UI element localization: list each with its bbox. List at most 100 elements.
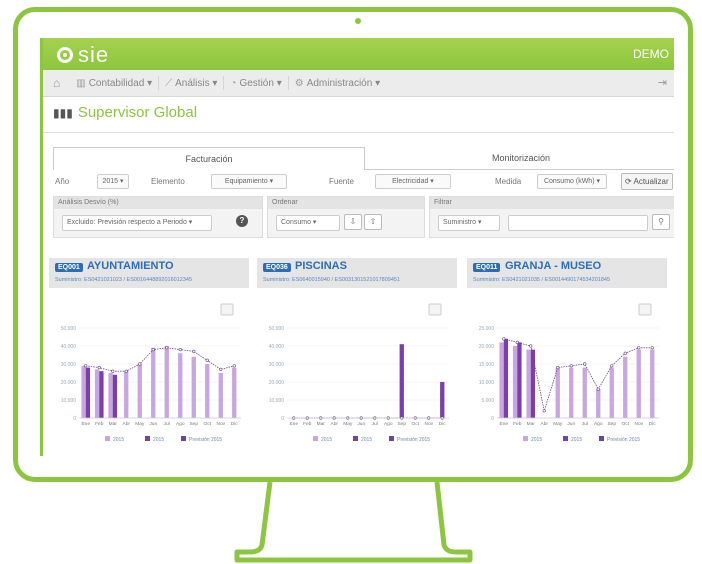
bar: [164, 346, 169, 418]
x-tick-label: Sep: [397, 421, 406, 427]
logo-text: sie: [78, 42, 110, 67]
legend-label: 2015: [531, 437, 542, 443]
x-tick-label: Sep: [607, 421, 616, 427]
tab-facturacion[interactable]: Facturación: [53, 147, 365, 170]
supply-text[interactable]: Suministro: ES0421021035 / ES00144901745…: [473, 277, 610, 283]
analysis-select[interactable]: Excluido: Previsión respecto a Periodo ▾: [62, 215, 212, 231]
sort-select[interactable]: Consumo ▾: [276, 215, 340, 231]
year-select[interactable]: 2015 ▾: [97, 174, 129, 189]
forecast-point: [650, 346, 654, 350]
menu-item-analisis[interactable]: ⟋ Análisis ▾: [159, 76, 225, 90]
help-icon[interactable]: ?: [236, 215, 248, 227]
y-tick-label: 50.000: [269, 326, 285, 332]
filter-bar: Año 2015 ▾ Elemento Equipamiento ▾ Fuent…: [53, 172, 674, 192]
y-tick-label: 40.000: [269, 344, 285, 350]
tab-monitorizacion[interactable]: Monitorización: [365, 147, 674, 170]
filter-input[interactable]: [508, 215, 648, 231]
card-header: EQ011 GRANJA - MUSEO Suministro: ES04210…: [467, 258, 667, 288]
equipment-badge: EQ036: [263, 263, 291, 272]
legend-label: 2015: [361, 437, 372, 443]
cogs-icon: ⚙: [294, 77, 304, 89]
equipment-card[interactable]: EQ036 PISCINAS Suministro: ES0640015940 …: [257, 258, 457, 456]
equipment-card[interactable]: EQ001 AYUNTAMIENTO Suministro: ES0421021…: [49, 258, 249, 456]
legend-label: 2015: [321, 437, 332, 443]
equipment-title[interactable]: GRANJA - MUSEO: [505, 260, 601, 272]
sort-desc-icon[interactable]: ⇩: [344, 214, 362, 230]
y-tick-label: 0: [491, 416, 494, 422]
forecast-point: [637, 346, 641, 350]
legend-swatch: [313, 436, 318, 441]
legend-swatch: [181, 436, 186, 441]
home-icon[interactable]: ⌂: [43, 76, 70, 90]
filter-select[interactable]: Suministro ▾: [438, 215, 500, 231]
bar: [512, 346, 518, 418]
divider: [43, 132, 674, 133]
menu-label: Análisis: [175, 77, 210, 89]
supply-text[interactable]: Suministro: ES0640015940 / ES00313015210…: [263, 277, 400, 283]
forecast-point: [138, 362, 142, 366]
source-select[interactable]: Electricidad ▾: [375, 174, 451, 189]
legend-label: 2015: [113, 437, 124, 443]
x-tick-label: Dic: [231, 421, 239, 427]
x-tick-label: May: [553, 421, 563, 427]
equipment-title[interactable]: PISCINAS: [295, 260, 347, 272]
x-tick-label: Feb: [95, 421, 104, 427]
bar: [582, 367, 587, 418]
logout-icon[interactable]: ⇥: [658, 76, 667, 89]
x-tick-label: Oct: [204, 421, 212, 427]
menu-item-gestion[interactable]: ◔ Gestión ▾: [224, 76, 289, 90]
app-logo[interactable]: sie: [57, 42, 109, 68]
logo-mark-icon: [57, 47, 73, 63]
bar: [124, 371, 129, 418]
chevron-down-icon: ▾: [273, 77, 282, 89]
x-tick-label: Dic: [649, 421, 657, 427]
chevron-down-icon: ▾: [209, 77, 218, 89]
bar: [503, 338, 509, 418]
bar: [112, 374, 118, 418]
y-tick-label: 30.000: [269, 362, 285, 368]
forecast-point: [596, 387, 600, 391]
menu-item-contabilidad[interactable]: ▥ Contabilidad ▾: [70, 76, 160, 90]
analysis-panel: Análisis Desvío (%) Excluido: Previsión …: [53, 196, 263, 238]
x-tick-label: Mar: [109, 421, 118, 427]
x-tick-label: Ago: [176, 421, 185, 427]
menu-item-administracion[interactable]: ⚙ Administración ▾: [289, 76, 386, 90]
x-tick-label: Ene: [499, 421, 508, 427]
bar: [81, 365, 86, 418]
x-tick-label: May: [343, 421, 353, 427]
forecast-point: [84, 364, 88, 368]
page-title: ▮▮▮ Supervisor Global: [53, 104, 197, 121]
measure-select[interactable]: Consumo (kWh) ▾: [537, 174, 607, 189]
forecast-point: [556, 365, 560, 370]
x-tick-label: Dic: [439, 421, 447, 427]
forecast-point: [583, 362, 587, 366]
forecast-point: [192, 349, 196, 354]
legend-swatch: [105, 436, 110, 441]
y-tick-label: 20.000: [479, 344, 495, 350]
equipment-title[interactable]: AYUNTAMIENTO: [87, 260, 174, 272]
bar: [623, 356, 628, 418]
menu-label: Contabilidad: [88, 77, 145, 89]
y-tick-label: 25.000: [479, 326, 495, 332]
legend-swatch: [389, 436, 394, 441]
x-tick-label: Jul: [164, 421, 170, 427]
y-tick-label: 15.000: [479, 362, 495, 368]
forecast-point: [515, 340, 519, 345]
x-tick-label: Ene: [289, 421, 298, 427]
forecast-point: [610, 364, 614, 368]
supply-text[interactable]: Suministro: ES0421021023 / ES00164488920…: [55, 277, 192, 283]
tab-bar: Facturación Monitorización: [53, 147, 674, 170]
measure-value: Consumo (kWh): [543, 178, 595, 185]
element-select[interactable]: Equipamiento ▾: [211, 174, 287, 189]
x-tick-label: Mar: [317, 421, 326, 427]
consumption-chart: 0 10.000 20.000 30.000 40.000 50.000 Ene Feb Mar…: [61, 303, 241, 443]
bar: [609, 367, 614, 418]
page-title-text: Supervisor Global: [77, 104, 198, 121]
refresh-label: Actualizar: [633, 177, 669, 186]
search-icon[interactable]: ⚲: [652, 214, 670, 230]
app-screen: sie DEMO ⌂ ▥ Contabilidad ▾ ⟋ Análisis ▾…: [40, 38, 674, 456]
refresh-button[interactable]: ⟳ Actualizar: [621, 173, 673, 190]
equipment-card[interactable]: EQ011 GRANJA - MUSEO Suministro: ES04210…: [467, 258, 667, 456]
bar: [205, 364, 210, 418]
sort-asc-icon[interactable]: ⇧: [364, 214, 382, 230]
